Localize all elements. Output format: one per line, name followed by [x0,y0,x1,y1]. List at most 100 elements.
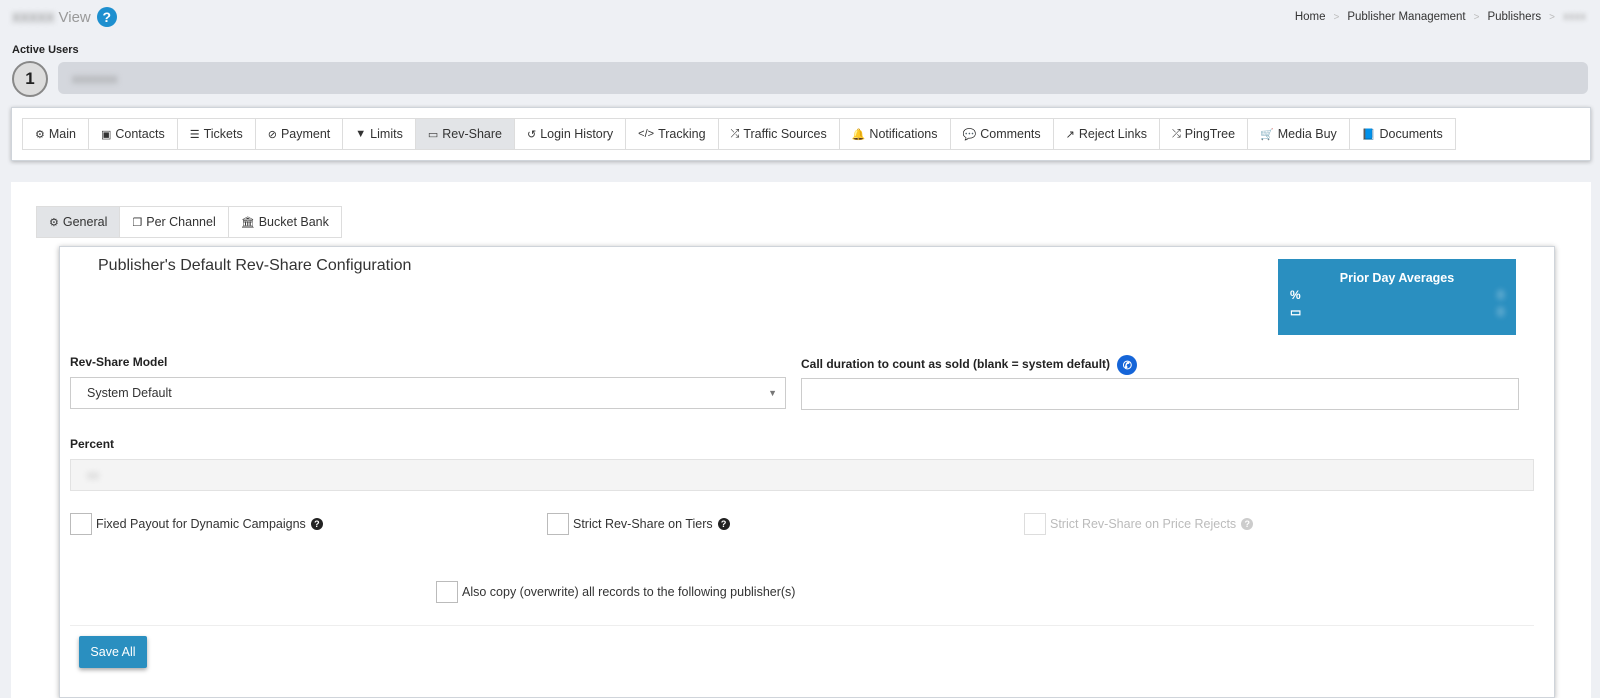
tab-login-history[interactable]: ↺ Login History [514,119,627,149]
copy-icon: ❐ [132,216,143,229]
breadcrumb: Home > Publisher Management > Publishers… [1295,11,1586,23]
breadcrumb-publisher-management[interactable]: Publisher Management [1347,11,1465,23]
tab-notifications[interactable]: 🔔 Notifications [839,119,951,149]
prior-day-averages: Prior Day Averages % 0 ▭ 0 [1278,259,1516,335]
tab-limits[interactable]: ▼ Limits [343,119,416,149]
tab-pingtree[interactable]: ⤮ PingTree [1159,119,1249,149]
tab-label: Notifications [869,127,938,141]
copy-records-row: Also copy (overwrite) all records to the… [436,581,795,603]
tab-media-buy[interactable]: 🛒 Media Buy [1248,119,1350,149]
save-all-button[interactable]: Save All [79,636,147,668]
history-icon: ↺ [526,128,537,141]
call-duration-label-row: Call duration to count as sold (blank = … [801,355,1138,375]
tab-tracking[interactable]: </> Tracking [626,119,719,149]
prior-day-percent-value: 0 [1497,288,1504,302]
random-icon: ⤮ [1171,127,1181,140]
publisher-name: xxxxx [12,7,55,26]
breadcrumb-separator: > [1549,11,1555,23]
tab-comments[interactable]: 💬 Comments [950,119,1054,149]
question-icon[interactable]: ? [717,518,730,530]
comment-icon: 💬 [962,128,977,141]
fixed-payout-checkbox[interactable] [70,513,92,535]
tab-label: Payment [280,127,331,141]
active-user-name: xxxxxxx [72,70,118,86]
subtab-bucket-bank[interactable]: 🏛 Bucket Bank [228,207,341,237]
fixed-payout-row: Fixed Payout for Dynamic Campaigns ? [70,513,323,535]
tab-traffic-sources[interactable]: ⤮ Traffic Sources [718,119,840,149]
page-header: xxxxx View ? [12,4,117,30]
tab-contacts[interactable]: ▣ Contacts [88,119,178,149]
rev-share-model-select[interactable]: System Default ▼ [70,377,786,409]
strict-price-rejects-row: Strict Rev-Share on Price Rejects ? [1024,513,1254,535]
strict-tiers-label: Strict Rev-Share on Tiers [573,517,713,531]
tab-label: Main [48,127,76,141]
breadcrumb-home[interactable]: Home [1295,11,1326,23]
bank-icon: 🏛 [240,216,255,229]
money-icon: ▭ [427,128,439,141]
active-users-count[interactable]: 1 [12,61,48,97]
tab-main[interactable]: ⚙ Main [23,119,89,149]
tabs: ⚙ Main ▣ Contacts ☰ Tickets ⊘ Payment ▼ Limits ▭ Re… [22,118,1456,150]
code-icon: </> [638,128,655,140]
subtab-label: General [62,215,108,229]
breadcrumb-publishers[interactable]: Publishers [1487,11,1541,23]
prior-day-percent-row: % 0 [1278,288,1516,302]
phone-icon[interactable]: ✆ [1117,355,1138,375]
cart-icon: 🛒 [1260,128,1274,141]
panel-title: Publisher's Default Rev-Share Configurat… [98,257,412,274]
tab-reject-links[interactable]: ↗ Reject Links [1053,119,1160,149]
prior-day-money-value: 0 [1497,305,1504,319]
filter-icon: ▼ [355,128,367,140]
active-user-bar: xxxxxxx [58,62,1588,94]
tab-label: Comments [980,127,1041,141]
chevron-down-icon: ▼ [768,388,777,398]
view-label: View [58,8,91,26]
tab-label: Rev-Share [442,127,502,141]
ban-icon: ⊘ [267,128,277,141]
book-icon: 📘 [1361,128,1376,141]
copy-records-checkbox[interactable] [436,581,458,603]
tab-label: Tickets [203,127,243,141]
tab-label: Login History [540,127,614,141]
subtab-per-channel[interactable]: ❐ Per Channel [120,207,229,237]
percent-label: Percent [70,437,115,451]
copy-records-label: Also copy (overwrite) all records to the… [462,585,796,599]
divider [70,625,1534,626]
rev-share-model-label: Rev-Share Model [70,355,168,369]
call-duration-input[interactable] [801,378,1519,410]
subtabs: ⚙ General ❐ Per Channel 🏛 Bucket Bank [36,206,342,238]
prior-day-title: Prior Day Averages [1339,271,1455,285]
contact-card-icon: ▣ [100,128,112,141]
tab-payment[interactable]: ⊘ Payment [255,119,344,149]
rev-share-panel: Publisher's Default Rev-Share Configurat… [59,246,1555,698]
subtab-general[interactable]: ⚙ General [37,207,121,237]
strict-tiers-checkbox[interactable] [547,513,569,535]
fixed-payout-label: Fixed Payout for Dynamic Campaigns [96,517,306,531]
subtab-label: Bucket Bank [258,215,329,229]
question-icon[interactable]: ? [310,518,323,530]
help-icon[interactable]: ? [96,7,117,27]
tab-tickets[interactable]: ☰ Tickets [177,119,256,149]
gears-icon: ⚙ [49,216,59,229]
random-icon: ⤮ [730,127,740,140]
list-icon: ☰ [189,128,200,141]
percent-input[interactable]: xx [70,459,1534,491]
question-icon: ? [1241,518,1254,530]
strict-price-rejects-checkbox [1024,513,1046,535]
breadcrumb-separator: > [1333,11,1340,23]
strict-price-rejects-label: Strict Rev-Share on Price Rejects [1050,517,1237,531]
bell-icon: 🔔 [851,128,866,141]
tab-label: Reject Links [1078,127,1147,141]
subtab-label: Per Channel [146,215,216,229]
active-users-label: Active Users [12,44,79,56]
prior-day-money-row: ▭ 0 [1278,305,1516,319]
tab-documents[interactable]: 📘 Documents [1349,119,1455,149]
tab-label: Contacts [115,127,165,141]
breadcrumb-current: xxxx [1563,11,1586,23]
tab-label: Documents [1379,127,1443,141]
tab-rev-share[interactable]: ▭ Rev-Share [415,119,515,149]
tab-label: Tracking [658,127,706,141]
content-area: ⚙ General ❐ Per Channel 🏛 Bucket Bank Publish… [11,182,1591,698]
tab-label: PingTree [1184,127,1236,141]
external-link-icon: ↗ [1065,128,1075,141]
